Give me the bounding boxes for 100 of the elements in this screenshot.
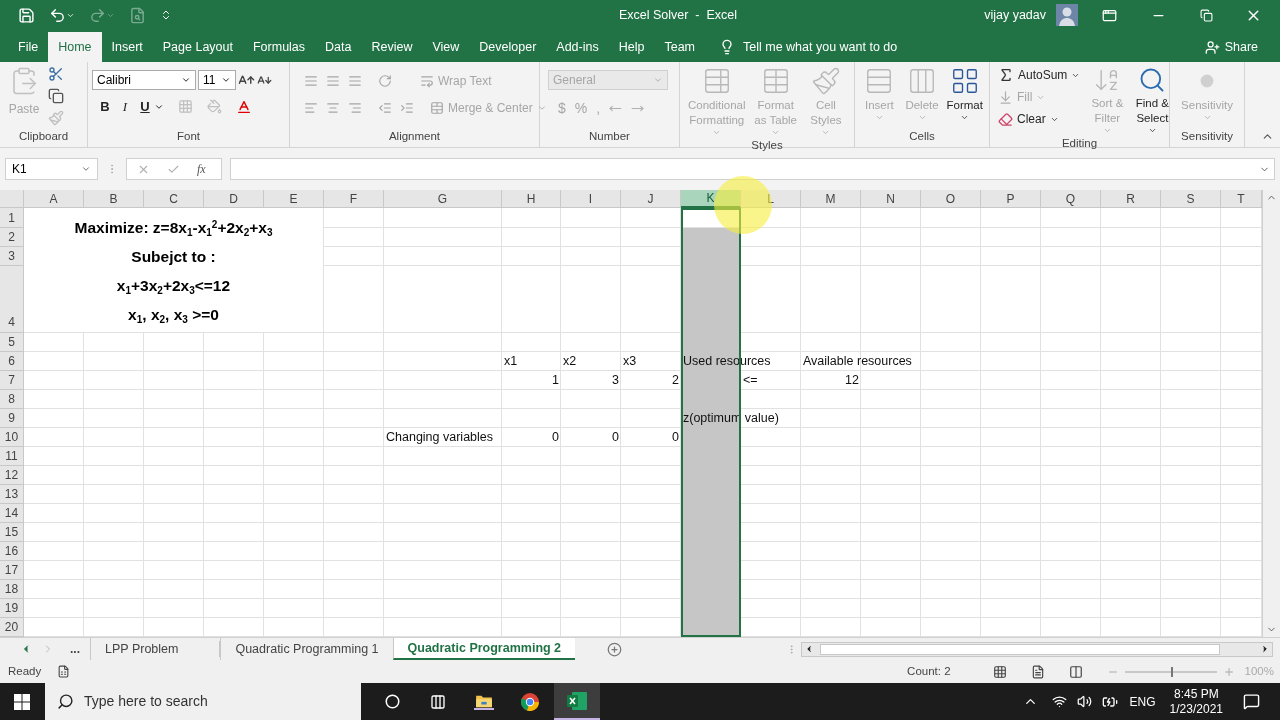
row-header[interactable]: 2 xyxy=(0,228,24,247)
menu-tab[interactable]: Help xyxy=(608,32,655,62)
volume-icon[interactable] xyxy=(1076,694,1092,709)
row-header[interactable]: 4 xyxy=(0,266,24,333)
ribbon-options-icon[interactable] xyxy=(1102,7,1117,23)
taskbar-search-field[interactable]: Type here to search xyxy=(45,683,361,720)
row-header[interactable]: 9 xyxy=(0,409,24,428)
column-header[interactable]: H xyxy=(502,190,561,208)
column-header[interactable]: K xyxy=(681,190,741,208)
row-header[interactable]: 17 xyxy=(0,561,24,580)
font-name-field[interactable]: Calibri xyxy=(92,70,196,90)
menu-tab[interactable]: Home xyxy=(48,32,102,62)
column-header[interactable]: T xyxy=(1221,190,1262,208)
row-header[interactable]: 5 xyxy=(0,333,24,352)
editing-button[interactable]: Clear xyxy=(998,110,1081,128)
column-header[interactable]: O xyxy=(921,190,981,208)
orientation-icon[interactable] xyxy=(378,74,392,88)
row-header[interactable]: 12 xyxy=(0,466,24,485)
column-header[interactable]: J xyxy=(621,190,681,208)
ribbon-button[interactable]: Format xyxy=(944,62,985,127)
column-header[interactable]: N xyxy=(861,190,921,208)
cut-icon[interactable] xyxy=(48,66,64,82)
row-header[interactable]: 8 xyxy=(0,390,24,409)
menu-tab[interactable]: File xyxy=(8,32,49,62)
save-icon[interactable] xyxy=(18,6,35,24)
row-header[interactable]: 19 xyxy=(0,599,24,618)
share-button[interactable]: Share xyxy=(1204,32,1258,62)
folder-icon[interactable] xyxy=(474,693,494,710)
column-header[interactable]: M xyxy=(801,190,861,208)
font-size-field[interactable]: 11 xyxy=(198,70,236,90)
spreadsheet-app-button[interactable] xyxy=(554,683,600,720)
scroll-thumb[interactable] xyxy=(820,643,1221,655)
row-header[interactable]: 3 xyxy=(0,247,24,266)
notifications-icon[interactable] xyxy=(1243,693,1260,710)
row-header[interactable]: 15 xyxy=(0,523,24,542)
fill-color-icon[interactable] xyxy=(207,99,222,115)
column-header[interactable]: Q xyxy=(1041,190,1101,208)
page-break-icon[interactable] xyxy=(1068,664,1083,679)
lightbulb-icon[interactable] xyxy=(719,39,735,55)
column-header[interactable]: S xyxy=(1161,190,1221,208)
font-color-icon[interactable] xyxy=(236,98,252,115)
restore-icon[interactable] xyxy=(1200,8,1213,22)
redo-icon[interactable] xyxy=(89,6,106,24)
format-toggle[interactable]: B xyxy=(98,97,112,117)
column-header[interactable]: I xyxy=(561,190,621,208)
sheet-tab[interactable]: Quadratic Programming 2 xyxy=(392,638,576,660)
horizontal-scrollbar[interactable] xyxy=(801,641,1274,657)
row-header[interactable]: 6 xyxy=(0,352,24,371)
row-header[interactable]: 14 xyxy=(0,504,24,523)
menu-tab[interactable]: Team xyxy=(654,32,705,62)
menu-tab[interactable]: Review xyxy=(361,32,423,62)
row-header[interactable]: 10 xyxy=(0,428,24,447)
menu-tab[interactable]: Developer xyxy=(469,32,547,62)
zoom-thumb[interactable] xyxy=(1170,666,1173,677)
column-header[interactable]: G xyxy=(384,190,502,208)
undo-icon[interactable] xyxy=(49,6,66,24)
column-header[interactable]: F xyxy=(324,190,384,208)
add-sheet-icon[interactable] xyxy=(607,641,623,657)
format-toggle[interactable]: U xyxy=(138,97,152,117)
menu-tab[interactable]: Page Layout xyxy=(152,32,243,62)
network-icon[interactable] xyxy=(1051,694,1067,709)
column-header[interactable]: D xyxy=(204,190,264,208)
macro-record-icon[interactable] xyxy=(57,665,71,678)
format-toggle[interactable]: I xyxy=(118,97,132,117)
customize-icon[interactable] xyxy=(160,9,172,21)
more-sheets-button[interactable]: ... xyxy=(70,640,80,658)
editing-button[interactable]: AutoSum xyxy=(998,66,1081,84)
menu-tab[interactable]: Add-ins xyxy=(546,32,609,62)
row-header[interactable]: 11 xyxy=(0,447,24,466)
start-icon[interactable] xyxy=(14,693,30,710)
tell-me-field[interactable]: Tell me what you want to do xyxy=(743,37,898,57)
ribbon-button[interactable]: Find & Select xyxy=(1128,62,1177,135)
page-layout-icon[interactable] xyxy=(1030,664,1045,679)
formula-field[interactable] xyxy=(230,158,1275,180)
row-header[interactable]: 16 xyxy=(0,542,24,561)
row-header[interactable]: 18 xyxy=(0,580,24,599)
row-header[interactable]: 1 xyxy=(0,208,24,228)
row-header[interactable]: 13 xyxy=(0,485,24,504)
row-header[interactable]: 7 xyxy=(0,371,24,390)
name-box[interactable]: K1 xyxy=(5,158,98,180)
row-header[interactable]: 20 xyxy=(0,618,24,637)
column-header[interactable]: A xyxy=(24,190,84,208)
language-indicator[interactable]: ENG xyxy=(1129,692,1156,711)
column-header[interactable]: B xyxy=(84,190,144,208)
browser-icon[interactable] xyxy=(520,691,540,712)
insert-function-button[interactable]: fx xyxy=(197,160,206,178)
column-header[interactable]: R xyxy=(1101,190,1161,208)
task-view-icon[interactable] xyxy=(430,693,446,710)
menu-tab[interactable]: Formulas xyxy=(242,32,316,62)
vertical-scrollbar[interactable] xyxy=(1262,190,1280,637)
copy-icon[interactable] xyxy=(48,88,64,104)
menu-tab[interactable]: Insert xyxy=(101,32,153,62)
cortana-icon[interactable] xyxy=(385,694,400,709)
menu-tab[interactable]: View xyxy=(422,32,470,62)
normal-view-icon[interactable] xyxy=(992,664,1007,679)
menu-tab[interactable]: Data xyxy=(315,32,362,62)
column-header[interactable]: E xyxy=(264,190,324,208)
clock-time[interactable]: 8:45 PM xyxy=(1173,686,1219,702)
column-header[interactable]: C xyxy=(144,190,204,208)
column-header[interactable]: P xyxy=(981,190,1041,208)
